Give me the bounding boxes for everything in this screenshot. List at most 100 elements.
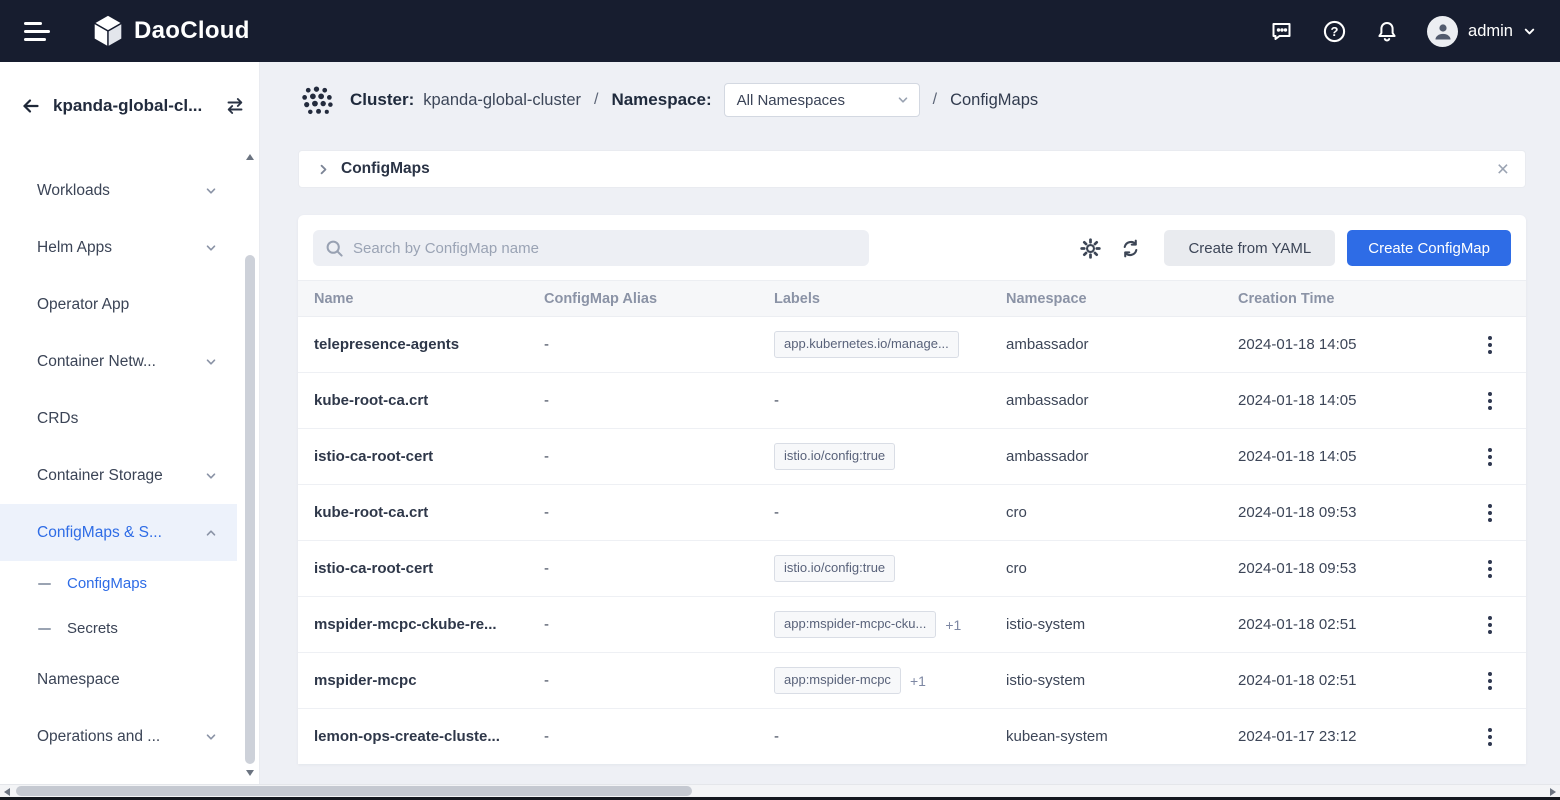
table-row[interactable]: istio-ca-root-cert - istio.io/config:tru…: [298, 429, 1526, 485]
namespace-label: Namespace:: [611, 90, 711, 110]
sidebar-item-container-storage[interactable]: Container Storage: [0, 447, 237, 504]
configmap-name-link[interactable]: lemon-ops-create-cluste...: [314, 728, 500, 745]
configmap-table: Name ConfigMap Alias Labels Namespace Cr…: [298, 280, 1526, 764]
configmap-name-link[interactable]: kube-root-ca.crt: [314, 392, 428, 409]
row-actions-kebab-icon[interactable]: [1482, 555, 1498, 583]
search-input[interactable]: [353, 240, 857, 257]
scroll-up-icon[interactable]: [246, 154, 254, 160]
sidebar-item-label: ConfigMaps & S...: [37, 524, 205, 542]
cluster-value[interactable]: kpanda-global-cluster: [423, 91, 581, 110]
sidebar-item-configmaps-s[interactable]: ConfigMaps & S...: [0, 504, 237, 561]
sidebar-item-container-netw[interactable]: Container Netw...: [0, 333, 237, 390]
sidebar-item-operations-and[interactable]: Operations and ...: [0, 708, 237, 765]
table-toolbar: Create from YAML Create ConfigMap: [298, 215, 1526, 280]
label-chip: istio.io/config:true: [774, 555, 895, 581]
sidebar-item-label: Secrets: [67, 620, 217, 637]
create-configmap-button[interactable]: Create ConfigMap: [1347, 230, 1511, 266]
horizontal-scrollbar-thumb[interactable]: [16, 786, 692, 796]
sidebar-scrollbar-thumb[interactable]: [245, 255, 255, 764]
col-creation-time[interactable]: Creation Time: [1222, 281, 1453, 317]
table-row[interactable]: kube-root-ca.crt - - cro 2024-01-18 09:5…: [298, 485, 1526, 541]
configmap-namespace: cro: [1006, 504, 1027, 521]
labels-more-count[interactable]: +1: [910, 673, 926, 689]
configmap-name-link[interactable]: mspider-mcpc: [314, 672, 417, 689]
refresh-icon[interactable]: [1120, 238, 1141, 259]
sidebar-item-workloads[interactable]: Workloads: [0, 162, 237, 219]
table-row[interactable]: lemon-ops-create-cluste... - - kubean-sy…: [298, 709, 1526, 765]
configmap-name-link[interactable]: telepresence-agents: [314, 336, 459, 353]
col-namespace[interactable]: Namespace: [990, 281, 1222, 317]
table-row[interactable]: istio-ca-root-cert - istio.io/config:tru…: [298, 541, 1526, 597]
avatar-icon: [1427, 16, 1458, 47]
scroll-right-icon[interactable]: [1550, 788, 1556, 796]
sidebar-item-secrets[interactable]: Secrets: [0, 606, 237, 651]
messages-icon[interactable]: [1269, 19, 1294, 43]
chevron-down-icon: [897, 94, 909, 106]
sidebar-item-namespace[interactable]: Namespace: [0, 651, 237, 708]
row-actions-kebab-icon[interactable]: [1482, 499, 1498, 527]
row-actions-kebab-icon[interactable]: [1482, 667, 1498, 695]
notifications-icon[interactable]: [1375, 19, 1399, 44]
label-chip: app:mspider-mcpc-cku...: [774, 611, 936, 637]
configmap-labels: istio.io/config:true: [774, 559, 895, 576]
col-configmap-alias[interactable]: ConfigMap Alias: [528, 281, 758, 317]
menu-toggle-button[interactable]: [24, 22, 50, 41]
configmap-namespace: ambassador: [1006, 336, 1089, 353]
row-actions-kebab-icon[interactable]: [1482, 387, 1498, 415]
row-actions-kebab-icon[interactable]: [1482, 723, 1498, 751]
sidebar-item-configmaps[interactable]: ConfigMaps: [0, 561, 237, 606]
chevron-right-icon[interactable]: [317, 163, 330, 176]
table-header-row: Name ConfigMap Alias Labels Namespace Cr…: [298, 281, 1526, 317]
sidebar-header: kpanda-global-cl...: [0, 62, 259, 150]
namespace-select[interactable]: All Namespaces: [724, 83, 920, 117]
scroll-left-icon[interactable]: [4, 788, 10, 796]
configmap-alias: -: [544, 672, 549, 689]
settings-gear-icon[interactable]: [1080, 238, 1101, 259]
breadcrumb-separator: /: [594, 91, 598, 109]
horizontal-scrollbar[interactable]: [0, 784, 1560, 797]
switch-cluster-icon[interactable]: [225, 97, 245, 115]
configmap-name-link[interactable]: istio-ca-root-cert: [314, 448, 433, 465]
configmap-labels: -: [774, 392, 779, 409]
configmap-namespace: kubean-system: [1006, 728, 1108, 745]
row-actions-kebab-icon[interactable]: [1482, 611, 1498, 639]
labels-more-count[interactable]: +1: [945, 617, 961, 633]
col-name[interactable]: Name: [298, 281, 528, 317]
close-icon[interactable]: ×: [1497, 159, 1509, 180]
sidebar-item-helm-apps[interactable]: Helm Apps: [0, 219, 237, 276]
brand[interactable]: DaoCloud: [92, 14, 250, 48]
help-icon[interactable]: ?: [1322, 19, 1347, 44]
configmap-name-link[interactable]: kube-root-ca.crt: [314, 504, 428, 521]
configmap-creation-time: 2024-01-18 09:53: [1238, 560, 1356, 577]
search-box[interactable]: [313, 230, 869, 266]
sidebar-item-crds[interactable]: CRDs: [0, 390, 237, 447]
configmap-namespace: ambassador: [1006, 448, 1089, 465]
table-row[interactable]: mspider-mcpc - app:mspider-mcpc+1 istio-…: [298, 653, 1526, 709]
dash-icon: [38, 583, 51, 585]
back-arrow-icon[interactable]: [20, 96, 41, 116]
table-row[interactable]: kube-root-ca.crt - - ambassador 2024-01-…: [298, 373, 1526, 429]
sidebar-scrollbar[interactable]: [244, 152, 256, 778]
sidebar-item-operator-app[interactable]: Operator App: [0, 276, 237, 333]
panel-title: ConfigMaps: [341, 160, 430, 178]
configmap-creation-time: 2024-01-18 14:05: [1238, 392, 1356, 409]
row-actions-kebab-icon[interactable]: [1482, 331, 1498, 359]
create-from-yaml-button[interactable]: Create from YAML: [1164, 230, 1335, 266]
configmaps-panel-header[interactable]: ConfigMaps ×: [298, 150, 1526, 188]
dash-icon: [38, 628, 51, 630]
user-menu[interactable]: admin: [1427, 16, 1536, 47]
breadcrumb-separator: /: [933, 91, 937, 109]
table-row[interactable]: telepresence-agents - app.kubernetes.io/…: [298, 317, 1526, 373]
table-row[interactable]: mspider-mcpc-ckube-re... - app:mspider-m…: [298, 597, 1526, 653]
configmap-namespace: istio-system: [1006, 616, 1085, 633]
svg-text:?: ?: [1331, 24, 1339, 39]
configmap-name-link[interactable]: mspider-mcpc-ckube-re...: [314, 616, 497, 633]
col-labels[interactable]: Labels: [758, 281, 990, 317]
configmaps-card: Create from YAML Create ConfigMap Name C…: [298, 215, 1526, 764]
configmap-labels: -: [774, 504, 779, 521]
configmap-name-link[interactable]: istio-ca-root-cert: [314, 560, 433, 577]
chevron-down-icon: [1523, 25, 1536, 38]
row-actions-kebab-icon[interactable]: [1482, 443, 1498, 471]
scroll-down-icon[interactable]: [246, 770, 254, 776]
configmap-alias: -: [544, 336, 549, 353]
